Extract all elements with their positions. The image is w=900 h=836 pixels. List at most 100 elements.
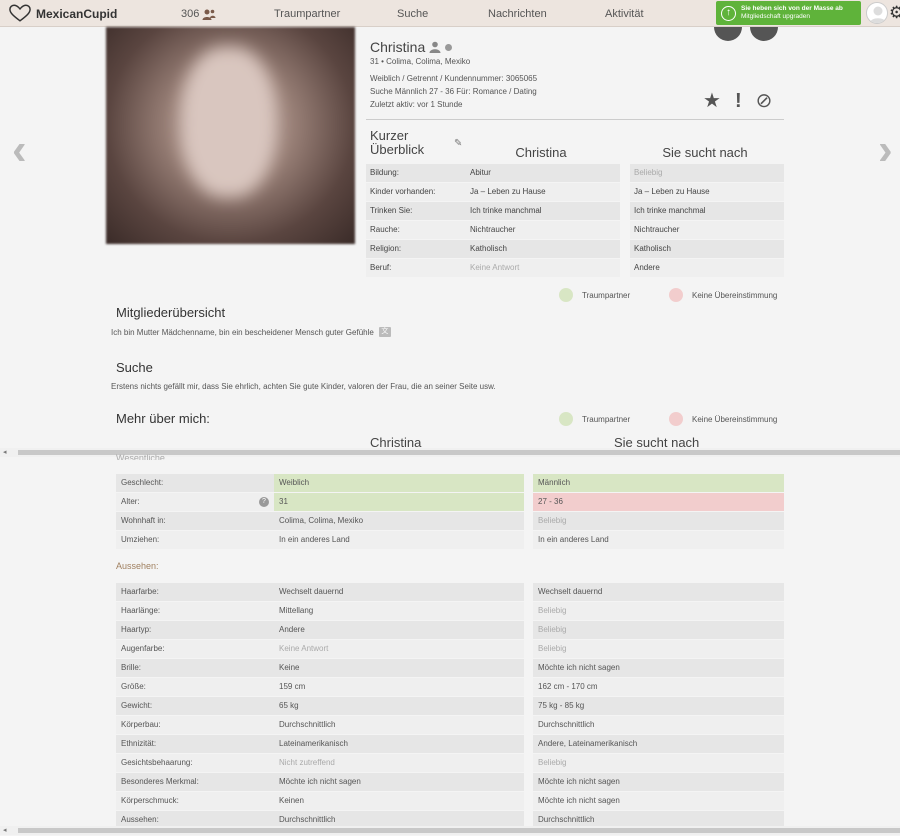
divider [366, 119, 784, 120]
detail-cell: Mittellang [274, 602, 524, 620]
previous-profile-arrow-icon[interactable]: ‹ [12, 128, 27, 172]
detail-row: Haarfarbe: Wechselt dauernd Wechselt dauer… [116, 583, 784, 602]
detail-cell-label: Ethnizität: [121, 739, 157, 748]
detail-cell-seeks: Durchschnittlich [538, 720, 595, 729]
detail-cell-seeks: Wechselt dauernd [538, 587, 603, 596]
detail-cell-her: 65 kg [279, 701, 299, 710]
matches-count: 306 [181, 8, 200, 20]
nav-traumpartner[interactable]: Traumpartner [274, 8, 340, 20]
upgrade-title: Sie heben sich von der Masse ab [741, 5, 843, 12]
overview-cell-label: Bildung: [366, 164, 466, 182]
search-text: Erstens nichts gefällt mir, dass Sie ehr… [111, 382, 496, 391]
detail-cell-seeks: Möchte ich nicht sagen [538, 796, 620, 805]
profile-details: Weiblich / Getrennt / Kundennummer: 3065… [370, 74, 538, 83]
detail-cell: Brille: [116, 659, 274, 677]
detail-cell: Besonderes Merkmal: [116, 773, 274, 791]
help-icon[interactable]: ? [259, 497, 269, 507]
profile-location: 31 • Colima, Colima, Mexiko [370, 57, 471, 66]
translate-icon[interactable]: 文 [378, 327, 391, 337]
horizontal-scrollbar-bottom[interactable]: ◂ [0, 826, 900, 835]
detail-cell: Geschlecht: [116, 474, 274, 492]
detail-cell-her: Colima, Colima, Mexiko [279, 516, 364, 525]
detail-cell-label: Gewicht: [121, 701, 153, 710]
upgrade-subtitle: Mitgliedschaft upgraden [741, 13, 811, 20]
detail-cell: Keine Antwort [274, 640, 524, 658]
detail-cell-label: Körperbau: [121, 720, 161, 729]
overview-row: Religion: Katholisch Katholisch [366, 240, 784, 259]
detail-cell: Wechselt dauernd [274, 583, 524, 601]
detail-cell: Möchte ich nicht sagen [533, 659, 784, 677]
detail-cell-her: Keinen [279, 796, 304, 805]
detail-cell: 27 - 36 [533, 493, 784, 511]
overview-cell-her: Ich trinke manchmal [466, 202, 620, 220]
overview-cell-label: Beruf: [366, 259, 466, 277]
detail-cell-label: Umziehen: [121, 535, 160, 544]
next-profile-arrow-icon[interactable]: › [878, 128, 893, 172]
overview-cell-seeks: Katholisch [630, 240, 784, 258]
overview-cell-her: Keine Antwort [466, 259, 620, 277]
detail-cell: Beliebig [533, 640, 784, 658]
action-circle-button-2[interactable] [750, 27, 778, 41]
nav-nachrichten[interactable]: Nachrichten [488, 8, 547, 20]
nav-matches-count[interactable]: 306 [181, 8, 216, 20]
user-avatar[interactable] [866, 2, 888, 24]
detail-cell-label: Alter: [121, 497, 140, 506]
detail-cell: Haartyp: [116, 621, 274, 639]
online-status-icon [445, 43, 453, 51]
overview-cell-seeks: Andere [630, 259, 784, 277]
detail-cell: Wechselt dauernd [533, 583, 784, 601]
detail-cell: 31 [274, 493, 524, 511]
detail-cell-label: Haarlänge: [121, 606, 161, 615]
top-navigation: MexicanCupid 306 Traumpartner Suche Nach… [0, 0, 900, 27]
overview-cell-label: Religion: [366, 240, 466, 258]
profile-photo[interactable] [106, 27, 355, 244]
overview-row: Kinder vorhanden: Ja – Leben zu Hause Ja –… [366, 183, 784, 202]
detail-row: Größe: 159 cm 162 cm - 170 cm [116, 678, 784, 697]
action-circle-button[interactable] [714, 27, 742, 41]
report-exclamation-icon[interactable]: ! [735, 90, 742, 112]
detail-cell: Keinen [274, 792, 524, 810]
detail-cell: Augenfarbe: [116, 640, 274, 658]
scroll-left-icon[interactable]: ◂ [3, 448, 7, 456]
person-icon [429, 41, 441, 53]
detail-cell: Wohnhaft in: [116, 512, 274, 530]
detail-cell-seeks: Andere, Lateinamerikanisch [538, 739, 638, 748]
detail-row: Wohnhaft in: Colima, Colima, Mexiko Belieb… [116, 512, 784, 531]
profile-seeking: Suche Männlich 27 - 36 Für: Romance / Da… [370, 87, 537, 96]
brand-name: MexicanCupid [36, 6, 118, 21]
logo[interactable]: MexicanCupid [9, 4, 117, 23]
detail-row: Körperschmuck: Keinen Möchte ich nicht sag… [116, 792, 784, 811]
overview-cell-seeks: Beliebig [630, 164, 784, 182]
edit-pencil-icon[interactable]: ✎ [454, 138, 462, 149]
overview-cell-label: Kinder vorhanden: [366, 183, 466, 201]
detail-cell-label: Geschlecht: [121, 478, 164, 487]
detail-row: Besonderes Merkmal: Möchte ich nicht sage… [116, 773, 784, 792]
block-icon[interactable]: ⊘ [756, 90, 773, 112]
detail-cell-seeks: Männlich [538, 478, 571, 487]
detail-cell-her: Keine [279, 663, 300, 672]
favorite-star-icon[interactable]: ★ [703, 90, 721, 112]
detail-cell: Haarlänge: [116, 602, 274, 620]
detail-cell: Durchschnittlich [533, 716, 784, 734]
overview-row: Rauche: Nichtraucher Nichtraucher [366, 221, 784, 240]
overview-title: Kurzer Überblick [370, 128, 425, 157]
detail-cell: Körperbau: [116, 716, 274, 734]
detail-cell: Größe: [116, 678, 274, 696]
nav-aktivitaet[interactable]: Aktivität [605, 8, 644, 20]
overview-cell-her: Katholisch [466, 240, 620, 258]
detail-row: Haartyp: Andere Beliebig [116, 621, 784, 640]
legend-nomatch-2: Keine Übereinstimmung [669, 412, 777, 426]
scroll-left-icon-bottom[interactable]: ◂ [3, 826, 7, 834]
detail-cell-her: Mittellang [279, 606, 314, 615]
gear-icon[interactable]: ⚙ [889, 4, 900, 21]
detail-cell: Möchte ich nicht sagen [274, 773, 524, 791]
detail-cell-seeks: Beliebig [538, 606, 567, 615]
detail-cell-her: In ein anderes Land [279, 535, 350, 544]
detail-cell: In ein anderes Land [533, 531, 784, 549]
upgrade-button[interactable]: ↑ Sie heben sich von der Masse ab Mitgli… [716, 1, 861, 25]
detail-cell: Andere [274, 621, 524, 639]
detail-cell: Körperschmuck: [116, 792, 274, 810]
search-title: Suche [116, 360, 153, 375]
detail-cell-seeks: Möchte ich nicht sagen [538, 663, 620, 672]
nav-suche[interactable]: Suche [397, 8, 428, 20]
